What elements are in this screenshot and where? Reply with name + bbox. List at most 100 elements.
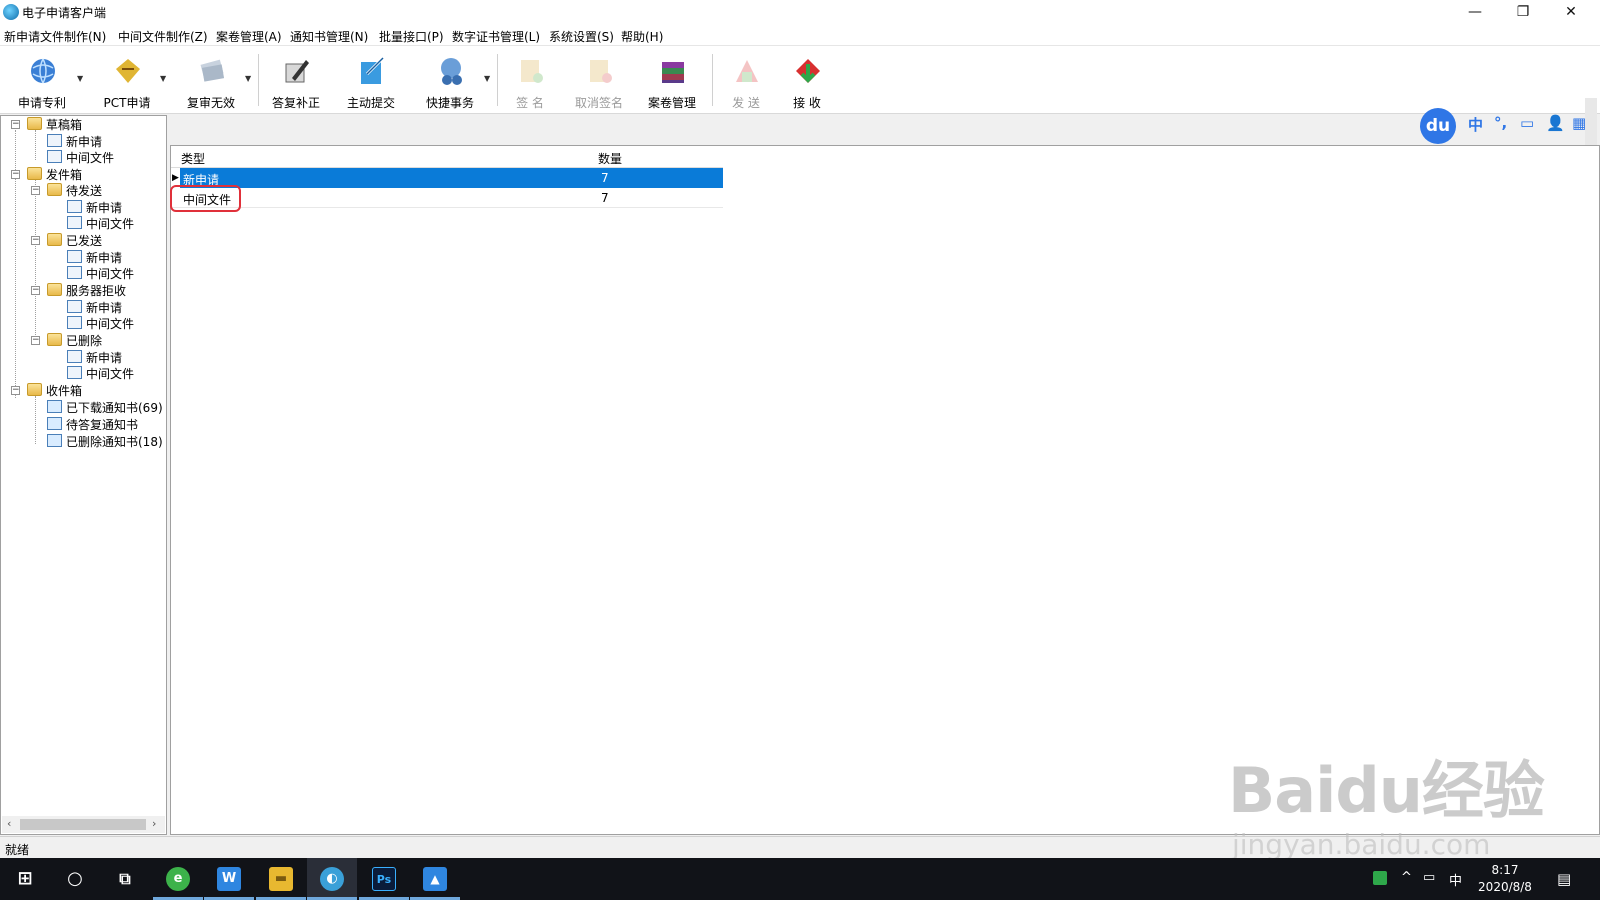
tray-app-icon[interactable] bbox=[1373, 871, 1387, 885]
main-panel: 类型 数量 ▶ 新申请 7 中间文件 7 bbox=[170, 145, 1600, 835]
app-icon bbox=[3, 4, 19, 20]
notification-icon[interactable]: ▤ bbox=[1557, 870, 1571, 888]
sign-button[interactable]: 签 名 bbox=[498, 50, 562, 110]
tree-line bbox=[35, 396, 36, 444]
pct-apply-button[interactable]: PCT申请 bbox=[95, 50, 159, 110]
menu-batch-interface[interactable]: 批量接口(P) bbox=[379, 28, 444, 45]
wps-icon: W bbox=[217, 867, 241, 891]
cancel-sign-icon bbox=[590, 60, 612, 83]
folder-icon: ▬ bbox=[269, 867, 293, 891]
books-icon bbox=[662, 62, 684, 83]
notice-icon bbox=[47, 434, 62, 447]
network-icon[interactable]: ▭ bbox=[1423, 870, 1435, 885]
e-filing-icon: ◐ bbox=[320, 867, 344, 891]
tree-expander[interactable]: − bbox=[11, 386, 20, 395]
menu-notice-management[interactable]: 通知书管理(N) bbox=[290, 28, 368, 45]
tree-expander[interactable]: − bbox=[11, 120, 20, 129]
scroll-thumb[interactable] bbox=[20, 819, 146, 830]
case-management-label: 案卷管理 bbox=[647, 96, 696, 110]
document-icon bbox=[47, 150, 62, 163]
cancel-sign-button[interactable]: 取消签名 bbox=[567, 50, 631, 110]
menu-new-application[interactable]: 新申请文件制作(N) bbox=[4, 28, 106, 45]
tree-expander[interactable]: − bbox=[31, 186, 40, 195]
reexam-invalid-button[interactable]: 复审无效 bbox=[179, 50, 243, 110]
receive-icon bbox=[796, 59, 820, 83]
tree-expander[interactable]: − bbox=[31, 336, 40, 345]
watermark-url: jingyan.baidu.com bbox=[1232, 828, 1491, 861]
document-icon bbox=[67, 300, 82, 313]
quick-task-icon bbox=[441, 58, 462, 85]
send-button[interactable]: 发 送 bbox=[714, 50, 778, 110]
send-label: 发 送 bbox=[732, 96, 760, 110]
toolbar-separator bbox=[712, 54, 713, 106]
menu-intermediate-file[interactable]: 中间文件制作(Z) bbox=[118, 28, 208, 45]
active-submit-label: 主动提交 bbox=[346, 96, 395, 110]
menu-system-settings[interactable]: 系统设置(S) bbox=[549, 28, 614, 45]
notice-icon bbox=[47, 417, 62, 430]
column-header-count[interactable]: 数量 bbox=[598, 150, 622, 167]
menu-case-management[interactable]: 案卷管理(A) bbox=[216, 28, 282, 45]
quick-task-dropdown-icon[interactable]: ▼ bbox=[484, 74, 490, 83]
reply-correction-button[interactable]: 答复补正 bbox=[264, 50, 328, 110]
annotation-highlight bbox=[170, 185, 241, 212]
taskbar-explorer[interactable]: ▬ bbox=[256, 858, 306, 900]
document-icon bbox=[67, 266, 82, 279]
menu-digital-certificate[interactable]: 数字证书管理(L) bbox=[452, 28, 540, 45]
sign-icon bbox=[521, 60, 543, 83]
task-view-icon: ⧉ bbox=[119, 869, 131, 888]
scroll-left-icon[interactable]: ‹ bbox=[7, 817, 11, 830]
apply-patent-button[interactable]: 申请专利 bbox=[10, 50, 74, 110]
apply-patent-dropdown-icon[interactable]: ▼ bbox=[77, 74, 83, 83]
taskbar-browser[interactable]: e bbox=[153, 858, 203, 900]
tree-expander[interactable]: − bbox=[11, 170, 20, 179]
pct-icon bbox=[116, 59, 140, 83]
tree-line bbox=[35, 130, 36, 160]
input-language-indicator[interactable]: 中 bbox=[1449, 870, 1462, 889]
system-clock[interactable]: 8:17 2020/8/8 bbox=[1470, 862, 1540, 896]
tree-horizontal-scrollbar[interactable]: ‹ › bbox=[2, 816, 165, 833]
document-icon bbox=[67, 250, 82, 263]
document-icon bbox=[67, 216, 82, 229]
document-icon bbox=[67, 316, 82, 329]
close-button[interactable]: ✕ bbox=[1548, 0, 1594, 24]
taskbar-wps[interactable]: W bbox=[204, 858, 254, 900]
pct-dropdown-icon[interactable]: ▼ bbox=[160, 74, 166, 83]
receive-button[interactable]: 接 收 bbox=[775, 50, 839, 110]
active-submit-button[interactable]: 主动提交 bbox=[339, 50, 403, 110]
baidu-ime-logo[interactable]: du bbox=[1420, 108, 1456, 144]
notice-icon bbox=[47, 400, 62, 413]
table-row[interactable]: ▶ 新申请 7 bbox=[171, 168, 723, 188]
taskbar-e-filing-client[interactable]: ◐ bbox=[307, 858, 357, 900]
start-button[interactable]: ⊞ bbox=[0, 858, 50, 900]
case-management-button[interactable]: 案卷管理 bbox=[640, 50, 704, 110]
ime-punctuation[interactable]: °, bbox=[1494, 114, 1507, 132]
ime-keyboard-icon[interactable]: ▭ bbox=[1520, 114, 1534, 132]
document-stack-icon bbox=[200, 59, 225, 82]
column-header-type[interactable]: 类型 bbox=[181, 150, 205, 167]
reexam-dropdown-icon[interactable]: ▼ bbox=[245, 74, 251, 83]
ime-chinese-mode[interactable]: 中 bbox=[1468, 114, 1483, 135]
tree-expander[interactable]: − bbox=[31, 286, 40, 295]
windows-icon: ⊞ bbox=[17, 868, 33, 889]
tree-expander[interactable]: − bbox=[31, 236, 40, 245]
document-icon bbox=[67, 350, 82, 363]
folder-icon bbox=[47, 283, 62, 296]
minimize-button[interactable]: — bbox=[1452, 0, 1498, 24]
table-row[interactable]: 中间文件 7 bbox=[171, 188, 723, 208]
taskbar: ⊞ ○ ⧉ e W ▬ ◐ Ps ▲ ^ ▭ 中 8:17 2020/8/8 ▤ bbox=[0, 858, 1600, 900]
taskbar-photos[interactable]: ▲ bbox=[410, 858, 460, 900]
scroll-right-icon[interactable]: › bbox=[152, 817, 156, 830]
quick-task-button[interactable]: 快捷事务 bbox=[418, 50, 482, 110]
receive-label: 接 收 bbox=[793, 96, 821, 110]
cancel-sign-label: 取消签名 bbox=[574, 96, 623, 110]
photoshop-icon: Ps bbox=[372, 867, 396, 891]
task-view-button[interactable]: ⧉ bbox=[100, 858, 150, 900]
menu-help[interactable]: 帮助(H) bbox=[621, 28, 663, 45]
ime-user-icon[interactable]: 👤 bbox=[1546, 114, 1565, 132]
folder-icon bbox=[27, 117, 42, 130]
watermark-logo: Baidu经验 bbox=[1228, 754, 1545, 827]
restore-button[interactable]: ❐ bbox=[1500, 0, 1546, 24]
search-button[interactable]: ○ bbox=[50, 858, 100, 900]
tray-expand-icon[interactable]: ^ bbox=[1401, 870, 1412, 885]
taskbar-photoshop[interactable]: Ps bbox=[359, 858, 409, 900]
